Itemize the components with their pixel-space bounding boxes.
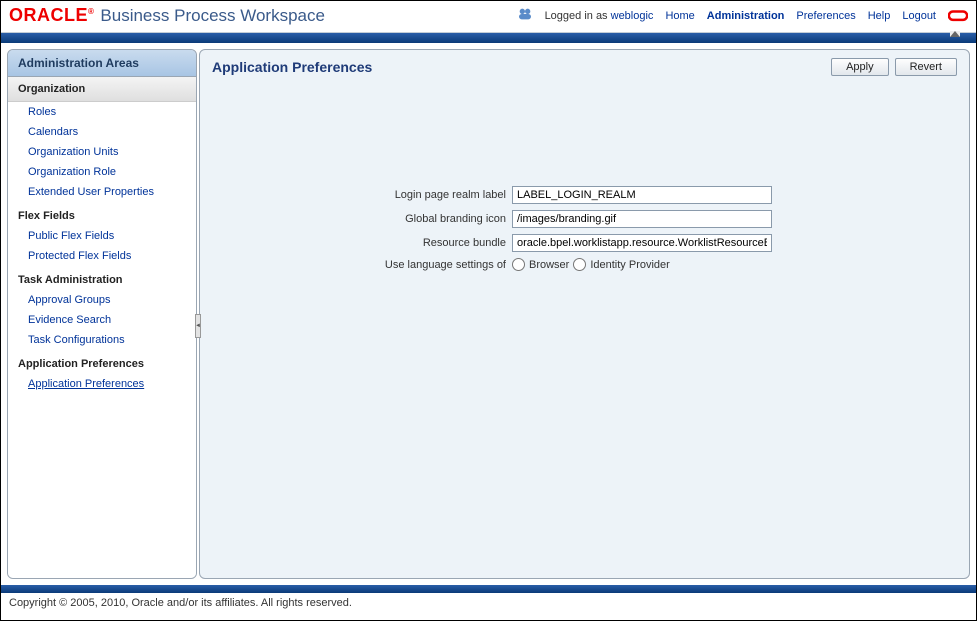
sidebar-item-organization-units[interactable]: Organization Units bbox=[8, 142, 196, 162]
global-header: ORACLE® Business Process Workspace Logge… bbox=[1, 1, 976, 33]
apply-button[interactable]: Apply bbox=[831, 58, 889, 76]
brand-title: Business Process Workspace bbox=[100, 6, 325, 26]
label-resource-bundle: Resource bundle bbox=[212, 237, 512, 249]
header-links: Logged in as weblogic Home Administratio… bbox=[517, 6, 968, 25]
nav-administration[interactable]: Administration bbox=[707, 10, 785, 22]
workspace: Administration Areas Organization Roles … bbox=[1, 43, 976, 585]
radio-browser[interactable] bbox=[512, 258, 525, 271]
row-branding-icon: Global branding icon bbox=[212, 210, 957, 228]
nav-logout[interactable]: Logout bbox=[902, 10, 936, 22]
sidebar: Administration Areas Organization Roles … bbox=[7, 49, 197, 579]
sidebar-item-evidence-search[interactable]: Evidence Search bbox=[8, 310, 196, 330]
sidebar-item-application-preferences[interactable]: Application Preferences bbox=[8, 374, 196, 394]
sidebar-group-task-administration[interactable]: Task Administration bbox=[8, 266, 196, 290]
label-language-settings: Use language settings of bbox=[212, 259, 512, 271]
nav-preferences[interactable]: Preferences bbox=[796, 10, 855, 22]
preferences-form: Login page realm label Global branding i… bbox=[212, 186, 957, 271]
collapse-up-icon[interactable] bbox=[950, 31, 960, 37]
radio-identity-provider[interactable] bbox=[573, 258, 586, 271]
sidebar-item-task-configurations[interactable]: Task Configurations bbox=[8, 330, 196, 350]
sub-header-bar bbox=[1, 33, 976, 43]
sidebar-title: Administration Areas bbox=[8, 50, 196, 77]
nav-home[interactable]: Home bbox=[665, 10, 694, 22]
radio-browser-label[interactable]: Browser bbox=[512, 258, 569, 271]
radio-idp-label[interactable]: Identity Provider bbox=[573, 258, 669, 271]
row-language-settings: Use language settings of Browser Identit… bbox=[212, 258, 957, 271]
bottom-bar bbox=[1, 585, 976, 593]
action-buttons: Apply Revert bbox=[831, 58, 957, 76]
input-login-realm[interactable] bbox=[512, 186, 772, 204]
oracle-logo-icon bbox=[948, 9, 968, 23]
main-panel: Application Preferences Apply Revert Log… bbox=[199, 49, 970, 579]
sidebar-item-roles[interactable]: Roles bbox=[8, 102, 196, 122]
group-icon bbox=[517, 6, 533, 25]
sidebar-group-application-preferences[interactable]: Application Preferences bbox=[8, 350, 196, 374]
revert-button[interactable]: Revert bbox=[895, 58, 957, 76]
sidebar-item-public-flex-fields[interactable]: Public Flex Fields bbox=[8, 226, 196, 246]
row-resource-bundle: Resource bundle bbox=[212, 234, 957, 252]
current-user: weblogic bbox=[611, 10, 654, 22]
main-header: Application Preferences Apply Revert bbox=[212, 58, 957, 76]
input-resource-bundle[interactable] bbox=[512, 234, 772, 252]
brand-oracle: ORACLE® bbox=[9, 5, 94, 26]
label-branding-icon: Global branding icon bbox=[212, 213, 512, 225]
splitter-handle[interactable] bbox=[195, 314, 201, 338]
sidebar-item-protected-flex-fields[interactable]: Protected Flex Fields bbox=[8, 246, 196, 266]
brand: ORACLE® Business Process Workspace bbox=[9, 5, 325, 26]
input-branding-icon[interactable] bbox=[512, 210, 772, 228]
footer-copyright: Copyright © 2005, 2010, Oracle and/or it… bbox=[1, 593, 976, 613]
label-login-realm: Login page realm label bbox=[212, 189, 512, 201]
sidebar-body: Organization Roles Calendars Organizatio… bbox=[8, 77, 196, 579]
nav-help[interactable]: Help bbox=[868, 10, 891, 22]
logged-in-text: Logged in as weblogic bbox=[545, 10, 654, 22]
sidebar-item-extended-user-properties[interactable]: Extended User Properties bbox=[8, 182, 196, 202]
sidebar-item-approval-groups[interactable]: Approval Groups bbox=[8, 290, 196, 310]
sidebar-group-flex-fields[interactable]: Flex Fields bbox=[8, 202, 196, 226]
page-title: Application Preferences bbox=[212, 59, 372, 75]
sidebar-group-organization[interactable]: Organization bbox=[8, 77, 196, 102]
row-login-realm: Login page realm label bbox=[212, 186, 957, 204]
radio-group-language: Browser Identity Provider bbox=[512, 258, 670, 271]
sidebar-item-calendars[interactable]: Calendars bbox=[8, 122, 196, 142]
sidebar-item-organization-role[interactable]: Organization Role bbox=[8, 162, 196, 182]
